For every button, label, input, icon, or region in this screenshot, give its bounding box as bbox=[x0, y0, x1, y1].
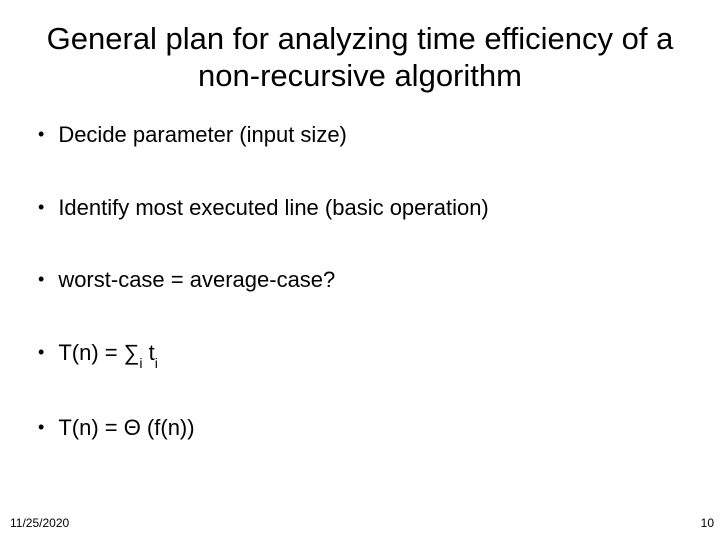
bullet-item: • Identify most executed line (basic ope… bbox=[38, 195, 696, 221]
summation-symbol: ∑ bbox=[124, 340, 140, 365]
footer-page-number: 10 bbox=[701, 516, 714, 530]
formula-prefix: T(n) = bbox=[58, 340, 123, 365]
bullet-marker: • bbox=[38, 122, 44, 147]
bullet-text: Identify most executed line (basic opera… bbox=[58, 195, 488, 221]
bullet-text-formula: T(n) = ∑i ti bbox=[58, 340, 158, 369]
slide-title: General plan for analyzing time efficien… bbox=[24, 20, 696, 94]
bullet-item: • T(n) = Θ (f(n)) bbox=[38, 415, 696, 441]
bullet-item: • Decide parameter (input size) bbox=[38, 122, 696, 148]
slide-content: • Decide parameter (input size) • Identi… bbox=[24, 122, 696, 540]
bullet-item: • worst-case = average-case? bbox=[38, 267, 696, 293]
bullet-marker: • bbox=[38, 415, 44, 440]
bullet-marker: • bbox=[38, 267, 44, 292]
bullet-text: Decide parameter (input size) bbox=[58, 122, 347, 148]
bullet-item: • T(n) = ∑i ti bbox=[38, 340, 696, 369]
bullet-marker: • bbox=[38, 340, 44, 365]
footer-date: 11/25/2020 bbox=[10, 516, 69, 530]
slide-container: General plan for analyzing time efficien… bbox=[0, 0, 720, 540]
bullet-text: T(n) = Θ (f(n)) bbox=[58, 415, 194, 441]
bullet-text: worst-case = average-case? bbox=[58, 267, 335, 293]
bullet-marker: • bbox=[38, 195, 44, 220]
subscript: i bbox=[155, 355, 158, 371]
formula-mid: t bbox=[143, 340, 155, 365]
subscript: i bbox=[139, 355, 142, 371]
